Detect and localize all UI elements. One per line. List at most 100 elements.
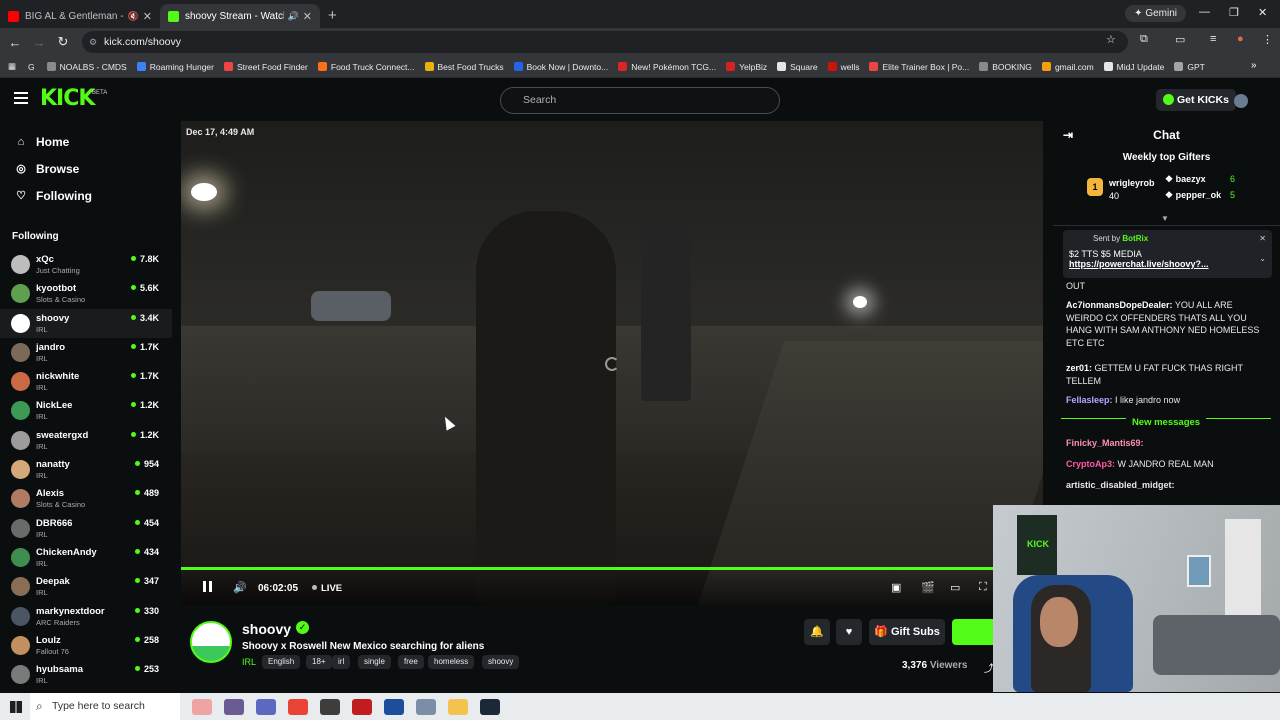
taskbar-search-input[interactable]: Type here to search	[30, 693, 180, 720]
bookmark-item[interactable]: Food Truck Connect...	[317, 62, 415, 72]
tag-free[interactable]: free	[398, 655, 424, 669]
gemini-button[interactable]: ✦ Gemini	[1125, 5, 1186, 22]
extensions-icon[interactable]: ⧉	[1140, 33, 1148, 46]
category-link[interactable]: IRL	[242, 657, 256, 667]
gifter-2[interactable]: ❖ baezyx 6	[1165, 174, 1235, 185]
theater-mode-icon[interactable]: ▭	[950, 581, 960, 594]
streamer-avatar[interactable]	[190, 621, 232, 663]
bookmark-item[interactable]: Elite Trainer Box | Po...	[869, 62, 969, 72]
chat-username[interactable]: Fellasleep:	[1066, 395, 1113, 405]
sidebar-channel-deepak[interactable]: Deepak IRL 347	[0, 572, 172, 601]
chat-username[interactable]: Finicky_Mantis69:	[1066, 438, 1144, 448]
app-icon-6[interactable]	[352, 698, 372, 715]
bookmark-item[interactable]: Roaming Hunger	[136, 62, 214, 72]
app-icon-3[interactable]	[256, 698, 276, 715]
sidebar-channel-xqc[interactable]: xQc Just Chatting 7.8K	[0, 250, 172, 279]
sidebar-item-browse[interactable]: ◎ Browse	[0, 155, 172, 182]
sidebar-item-following[interactable]: ♡ Following	[0, 182, 172, 209]
kick-logo[interactable]: KICK	[40, 86, 95, 111]
get-kicks-button[interactable]: Get KICKs	[1156, 89, 1236, 111]
new-tab-icon[interactable]: +	[328, 7, 337, 24]
mute-icon[interactable]: 🔇	[128, 11, 139, 22]
avatar[interactable]	[1234, 94, 1248, 108]
hamburger-menu-icon[interactable]	[14, 92, 28, 104]
gift-subs-button[interactable]: 🎁 Gift Subs	[869, 619, 945, 645]
bookmark-item[interactable]: BOOKING	[979, 62, 1032, 72]
chevron-down-icon[interactable]: ⌄	[1259, 254, 1266, 263]
follow-button[interactable]: ♥	[836, 619, 862, 645]
close-window-icon[interactable]: ✕	[1258, 6, 1267, 19]
unpin-icon[interactable]: ✕	[1259, 234, 1266, 243]
sidebar-channel-alexis[interactable]: Alexis Slots & Casino 489	[0, 484, 172, 513]
bookmark-item[interactable]: New! Pokémon TCG...	[618, 62, 716, 72]
bookmark-item[interactable]: Book Now | Downto...	[513, 62, 608, 72]
chevron-down-icon[interactable]: ▼	[1161, 214, 1169, 223]
sidebar-channel-nanatty[interactable]: nanatty IRL 954	[0, 455, 172, 484]
chat-username[interactable]: zer01:	[1066, 363, 1092, 373]
bookmark-item[interactable]: MidJ Update	[1103, 62, 1164, 72]
bookmark-item[interactable]: Best Food Trucks	[424, 62, 504, 72]
sidebar-item-home[interactable]: ⌂ Home	[0, 128, 172, 155]
bookmarks-overflow-icon[interactable]: »	[1251, 60, 1257, 71]
browser-tab-youtube[interactable]: BIG AL & Gentleman - Deep 🔇 ✕	[0, 4, 160, 28]
sidebar-channel-loulz[interactable]: Loulz Fallout 76 258	[0, 631, 172, 660]
tag-english[interactable]: English	[262, 655, 301, 669]
site-info-icon[interactable]: ⚙	[89, 37, 97, 48]
media-icon[interactable]: ≡	[1210, 33, 1216, 45]
volume-icon[interactable]: 🔊	[233, 581, 247, 594]
video-player[interactable]: Dec 17, 4:49 AM 🔊 06:02:05 LIVE ▣ 🎬 ▭ ⛶	[181, 121, 1043, 605]
bookmark-item[interactable]: Square	[777, 62, 818, 72]
bookmark-item[interactable]: wells	[827, 62, 859, 72]
profile-icon[interactable]: ●	[1237, 33, 1244, 45]
pinned-link[interactable]: https://powerchat.live/shoovy?...	[1069, 259, 1266, 269]
cast-icon[interactable]: ▭	[1175, 33, 1185, 46]
bookmark-item[interactable]: NOALBS - CMDS	[46, 62, 127, 72]
forward-icon[interactable]: →	[27, 35, 51, 50]
browser-tab-kick[interactable]: shoovy Stream - Watch Live 🔊 ✕	[160, 4, 320, 28]
tag-single[interactable]: single	[358, 655, 391, 669]
app-icon-7[interactable]	[384, 698, 404, 715]
close-tab-icon[interactable]: ✕	[303, 10, 312, 23]
chat-username[interactable]: artistic_disabled_midget:	[1066, 480, 1175, 490]
sidebar-channel-kyootbot[interactable]: kyootbot Slots & Casino 5.6K	[0, 279, 172, 308]
sidebar-channel-sweatergxd[interactable]: sweatergxd IRL 1.2K	[0, 426, 172, 455]
address-bar[interactable]: ⚙ kick.com/shoovy	[82, 31, 1128, 53]
reload-icon[interactable]: ↻	[51, 34, 75, 50]
windows-start-icon[interactable]	[10, 700, 22, 713]
tag-shoovy[interactable]: shoovy	[482, 655, 520, 669]
app-icon-1[interactable]	[192, 698, 212, 715]
tag-irl[interactable]: irl	[332, 655, 351, 669]
gifter-3[interactable]: ❖ pepper_ok 5	[1165, 190, 1235, 201]
bookmark-item[interactable]: Street Food Finder	[224, 62, 308, 72]
fullscreen-icon[interactable]: ⛶	[979, 581, 987, 594]
sidebar-channel-nickwhite[interactable]: nickwhite IRL 1.7K	[0, 367, 172, 396]
chrome-icon[interactable]	[288, 698, 308, 715]
app-icon-2[interactable]	[224, 698, 244, 715]
collapse-chat-icon[interactable]: ⇥	[1063, 122, 1073, 149]
sidebar-channel-markynextdoor[interactable]: markynextdoor ARC Raiders 330	[0, 602, 172, 631]
notification-bell-button[interactable]: 🔔	[804, 619, 830, 645]
clip-icon[interactable]: 🎬	[921, 581, 935, 594]
pause-icon[interactable]	[203, 581, 212, 592]
sidebar-channel-shoovy[interactable]: shoovy IRL 3.4K	[0, 308, 172, 338]
apps-icon[interactable]: ▦	[8, 61, 16, 72]
explorer-icon[interactable]	[448, 698, 468, 715]
chat-username[interactable]: CryptoAp3:	[1066, 459, 1115, 469]
menu-icon[interactable]: ⋮	[1262, 33, 1273, 46]
app-icon-5[interactable]	[320, 698, 340, 715]
tag-homeless[interactable]: homeless	[428, 655, 475, 669]
bookmark-item[interactable]: GPT	[1174, 62, 1205, 72]
streamer-name[interactable]: shoovy	[242, 621, 291, 637]
speaker-icon[interactable]: 🔊	[288, 11, 299, 22]
app-icon-8[interactable]	[416, 698, 436, 715]
tag-18[interactable]: 18+	[306, 655, 332, 669]
bookmark-star-icon[interactable]: ☆	[1106, 33, 1116, 46]
sidebar-channel-chickenandy[interactable]: ChickenAndy IRL 434	[0, 543, 172, 572]
google-icon[interactable]: G	[28, 62, 35, 72]
search-input[interactable]: Search	[500, 87, 780, 114]
pinned-message[interactable]: Sent by BotRix $2 TTS $5 MEDIA https://p…	[1063, 230, 1272, 278]
minimize-icon[interactable]: —	[1199, 6, 1210, 18]
steam-icon[interactable]	[480, 698, 500, 715]
sidebar-channel-hyubsama[interactable]: hyubsama IRL 253	[0, 660, 172, 689]
sidebar-channel-jandro[interactable]: jandro IRL 1.7K	[0, 338, 172, 367]
